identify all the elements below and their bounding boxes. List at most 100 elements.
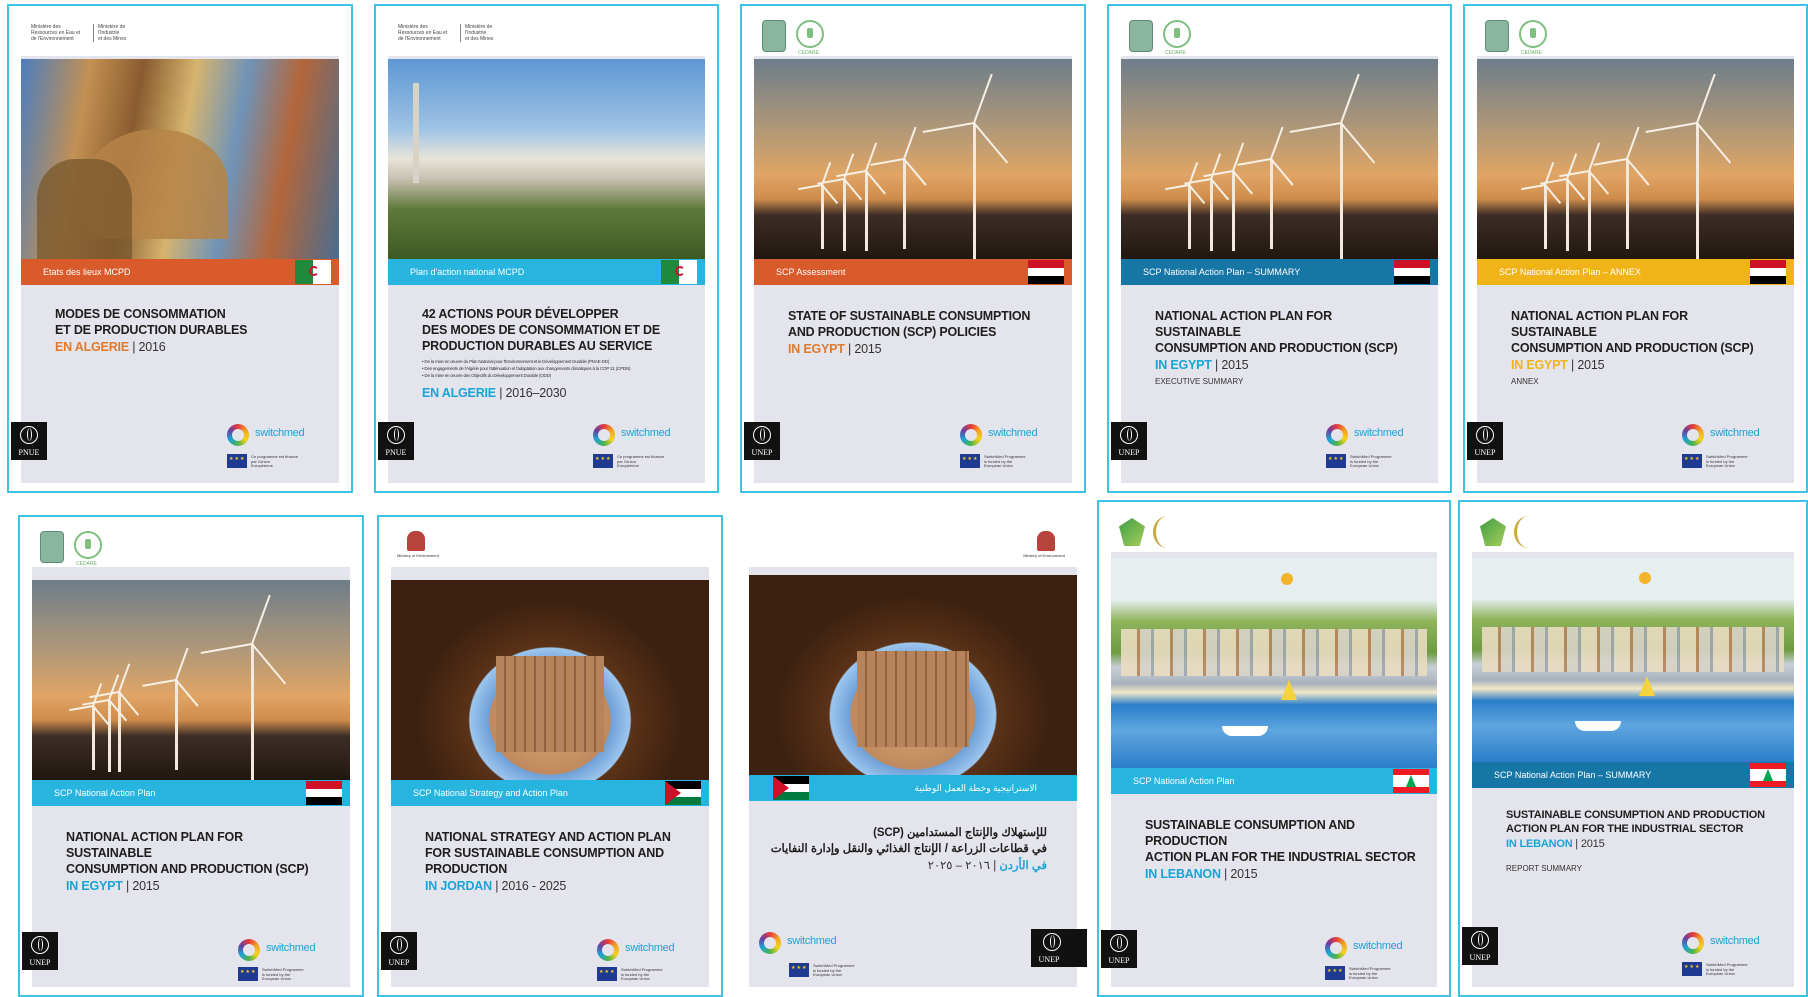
cover-ribbon: SCP National Strategy and Action Plan bbox=[391, 780, 709, 806]
eu-funding-logo: SwitchMed Programme is funded by the Eur… bbox=[960, 454, 1050, 468]
agency-label: UNEP bbox=[1038, 955, 1060, 964]
switchmed-ring-icon bbox=[597, 939, 619, 961]
wind-turbine-blade bbox=[1232, 170, 1253, 195]
title-text: STATE OF SUSTAINABLE CONSUMPTION AND PRO… bbox=[788, 309, 1031, 339]
ministry-industry-label: Ministère de l'Industrie et des Mines bbox=[460, 24, 523, 42]
wind-turbine-blade bbox=[903, 158, 928, 186]
report-cover-egypt-scp-summary[interactable]: CEDARE SCP National Action Plan – SUMMAR… bbox=[1107, 4, 1452, 493]
wind-turbine-blade bbox=[1231, 142, 1245, 172]
report-cover-algeria-plan-action[interactable]: Ministère des Ressources en Eau et de l'… bbox=[374, 4, 719, 493]
wind-turbine-tower bbox=[117, 692, 121, 772]
report-cover-jordan-scp-strategy[interactable]: Ministry of Environment SCP National Str… bbox=[377, 515, 723, 997]
unep-logo: UNEP bbox=[1101, 930, 1137, 968]
report-cover-algeria-etats-des-lieux[interactable]: Ministère des Ressources en Eau et de l'… bbox=[7, 4, 353, 493]
sailboat-illustration bbox=[1639, 676, 1656, 697]
years-label: | 2015 bbox=[1572, 838, 1605, 850]
cedare-logo-icon bbox=[1519, 20, 1547, 48]
cover-title: SUSTAINABLE CONSUMPTION AND PRODUCTION A… bbox=[1506, 808, 1774, 851]
cover-header: Ministère des Ressources en Eau et de l'… bbox=[388, 14, 705, 56]
cedare-label: CEDARE bbox=[798, 50, 819, 56]
agency-label: UNEP bbox=[751, 448, 773, 457]
cedare-logo-icon bbox=[74, 531, 102, 559]
ministry-emblem-icon bbox=[762, 20, 786, 52]
cover-title: NATIONAL STRATEGY AND ACTION PLAN FOR SU… bbox=[425, 829, 689, 894]
petra-monastery-photo bbox=[391, 580, 709, 780]
report-cover-egypt-scp-action-plan[interactable]: CEDARE SCP National Action Plan NATIONAL… bbox=[18, 515, 364, 997]
wind-turbine-blade bbox=[1164, 184, 1189, 191]
bullet-item: • De la mise en œuvre du Plan National p… bbox=[422, 359, 610, 364]
switchmed-logo: switchmed bbox=[1326, 422, 1416, 448]
jordan-flag-icon bbox=[773, 776, 809, 800]
wind-turbine-blade bbox=[1565, 178, 1585, 201]
eu-funding-text: SwitchMed Programme is funded by the Eur… bbox=[984, 454, 1026, 468]
years-label: | 2015 bbox=[1211, 358, 1249, 372]
wind-turbines-photo bbox=[1477, 59, 1794, 259]
egypt-flag-icon bbox=[1750, 260, 1786, 284]
cover-page: CEDARE SCP National Action Plan – ANNEX … bbox=[1477, 14, 1794, 483]
report-cover-jordan-scp-strategy-arabic[interactable]: Ministry of Environment الاستراتيجية وخط… bbox=[735, 515, 1091, 997]
eu-funding-text: SwitchMed Programme is funded by the Eur… bbox=[1349, 966, 1391, 980]
cover-header: CEDARE bbox=[1121, 14, 1438, 56]
jordan-flag-icon bbox=[665, 781, 701, 805]
report-cover-lebanon-scp-industrial[interactable]: SCP National Action Plan SUSTAINABLE CON… bbox=[1097, 500, 1451, 997]
cover-title: MODES DE CONSOMMATION ET DE PRODUCTION D… bbox=[55, 306, 319, 355]
cover-header bbox=[1111, 510, 1437, 552]
country-label: IN EGYPT bbox=[1155, 358, 1212, 372]
switchmed-name: switchmed bbox=[1353, 940, 1403, 952]
title-text: SUSTAINABLE CONSUMPTION AND PRODUCTION A… bbox=[1506, 809, 1765, 835]
switchmed-name: switchmed bbox=[1710, 427, 1760, 439]
ministry-environment-label: Ministère des Ressources en Eau et de l'… bbox=[398, 24, 448, 42]
cover-ribbon: SCP National Action Plan bbox=[32, 780, 350, 806]
switchmed-ring-icon bbox=[960, 424, 982, 446]
country-label: في الأردن bbox=[999, 860, 1047, 872]
ministry-label: Ministry of Environment bbox=[1023, 553, 1065, 558]
algeria-flag-icon bbox=[661, 260, 697, 284]
eu-funding-text: Ce programme est financé par l'Union Eur… bbox=[617, 454, 665, 468]
jordan-ministry-emblem-icon bbox=[407, 531, 425, 551]
report-cover-egypt-scp-annex[interactable]: CEDARE SCP National Action Plan – ANNEX … bbox=[1463, 4, 1808, 493]
eu-flag-icon bbox=[1682, 962, 1702, 976]
ministry-environment-label: Ministère des Ressources en Eau et de l'… bbox=[31, 24, 81, 42]
years-label: | ٢٠١٦ – ٢٠٢٥ bbox=[927, 860, 1000, 872]
eu-funding-logo: SwitchMed Programme is funded by the Eur… bbox=[789, 963, 879, 977]
country-label: EN ALGERIE bbox=[55, 340, 129, 354]
years-label: | 2016 - 2025 bbox=[491, 879, 567, 893]
switchmed-ring-icon bbox=[593, 424, 615, 446]
country-label: IN EGYPT bbox=[66, 879, 123, 893]
cover-ribbon: SCP National Action Plan – ANNEX bbox=[1477, 259, 1794, 285]
cover-page: SCP National Action Plan SUSTAINABLE CON… bbox=[1111, 510, 1437, 987]
sailboat-illustration bbox=[1280, 679, 1297, 700]
years-label: | 2016–2030 bbox=[495, 386, 567, 400]
years-label: | 2015 bbox=[122, 879, 160, 893]
cover-title: للإستهلاك والإنتاج المستدامين (SCP) في ق… bbox=[769, 825, 1047, 874]
switchmed-name: switchmed bbox=[621, 427, 671, 439]
jordan-ministry-emblem-icon bbox=[1037, 531, 1055, 551]
title-text: NATIONAL ACTION PLAN FOR SUSTAINABLE CON… bbox=[1511, 309, 1754, 355]
wind-turbine-blade bbox=[1695, 122, 1731, 164]
agency-label: UNEP bbox=[1474, 448, 1496, 457]
un-globe-icon bbox=[1471, 931, 1489, 949]
ribbon-label: SCP National Action Plan bbox=[54, 788, 156, 798]
wind-turbine-blade bbox=[201, 643, 253, 655]
ministry-environment-emblem-icon bbox=[1480, 518, 1506, 546]
eu-flag-icon bbox=[227, 454, 247, 468]
eu-funding-text: SwitchMed Programme is funded by the Eur… bbox=[1706, 962, 1748, 976]
cover-ribbon: Plan d'action national MCPD bbox=[388, 259, 705, 285]
cover-note: EXECUTIVE SUMMARY bbox=[1155, 377, 1244, 386]
un-globe-icon bbox=[753, 426, 771, 444]
wind-turbine-tower bbox=[903, 159, 907, 249]
switchmed-logo: switchmed bbox=[597, 937, 687, 963]
wind-turbine-tower bbox=[1565, 179, 1569, 251]
wind-turbine-blade bbox=[251, 643, 287, 685]
wind-turbine-blade bbox=[903, 126, 918, 160]
cover-bullets: • De la mise en œuvre du Plan National p… bbox=[422, 358, 685, 379]
switchmed-name: switchmed bbox=[1354, 427, 1404, 439]
cover-note: ANNEX bbox=[1511, 377, 1539, 386]
wind-turbine-blade bbox=[89, 691, 120, 699]
cedare-logo-icon bbox=[1163, 20, 1191, 48]
eu-funding-text: SwitchMed Programme is funded by the Eur… bbox=[1706, 454, 1748, 468]
title-text: SUSTAINABLE CONSUMPTION AND PRODUCTION A… bbox=[1145, 818, 1416, 864]
cover-subtitle: EN ALGERIE | 2016 bbox=[55, 339, 319, 355]
report-cover-lebanon-scp-summary[interactable]: SCP National Action Plan – SUMMARY SUSTA… bbox=[1458, 500, 1808, 997]
report-cover-egypt-scp-assessment[interactable]: CEDARE SCP Assessment STATE OF SUSTAINAB… bbox=[740, 4, 1086, 493]
